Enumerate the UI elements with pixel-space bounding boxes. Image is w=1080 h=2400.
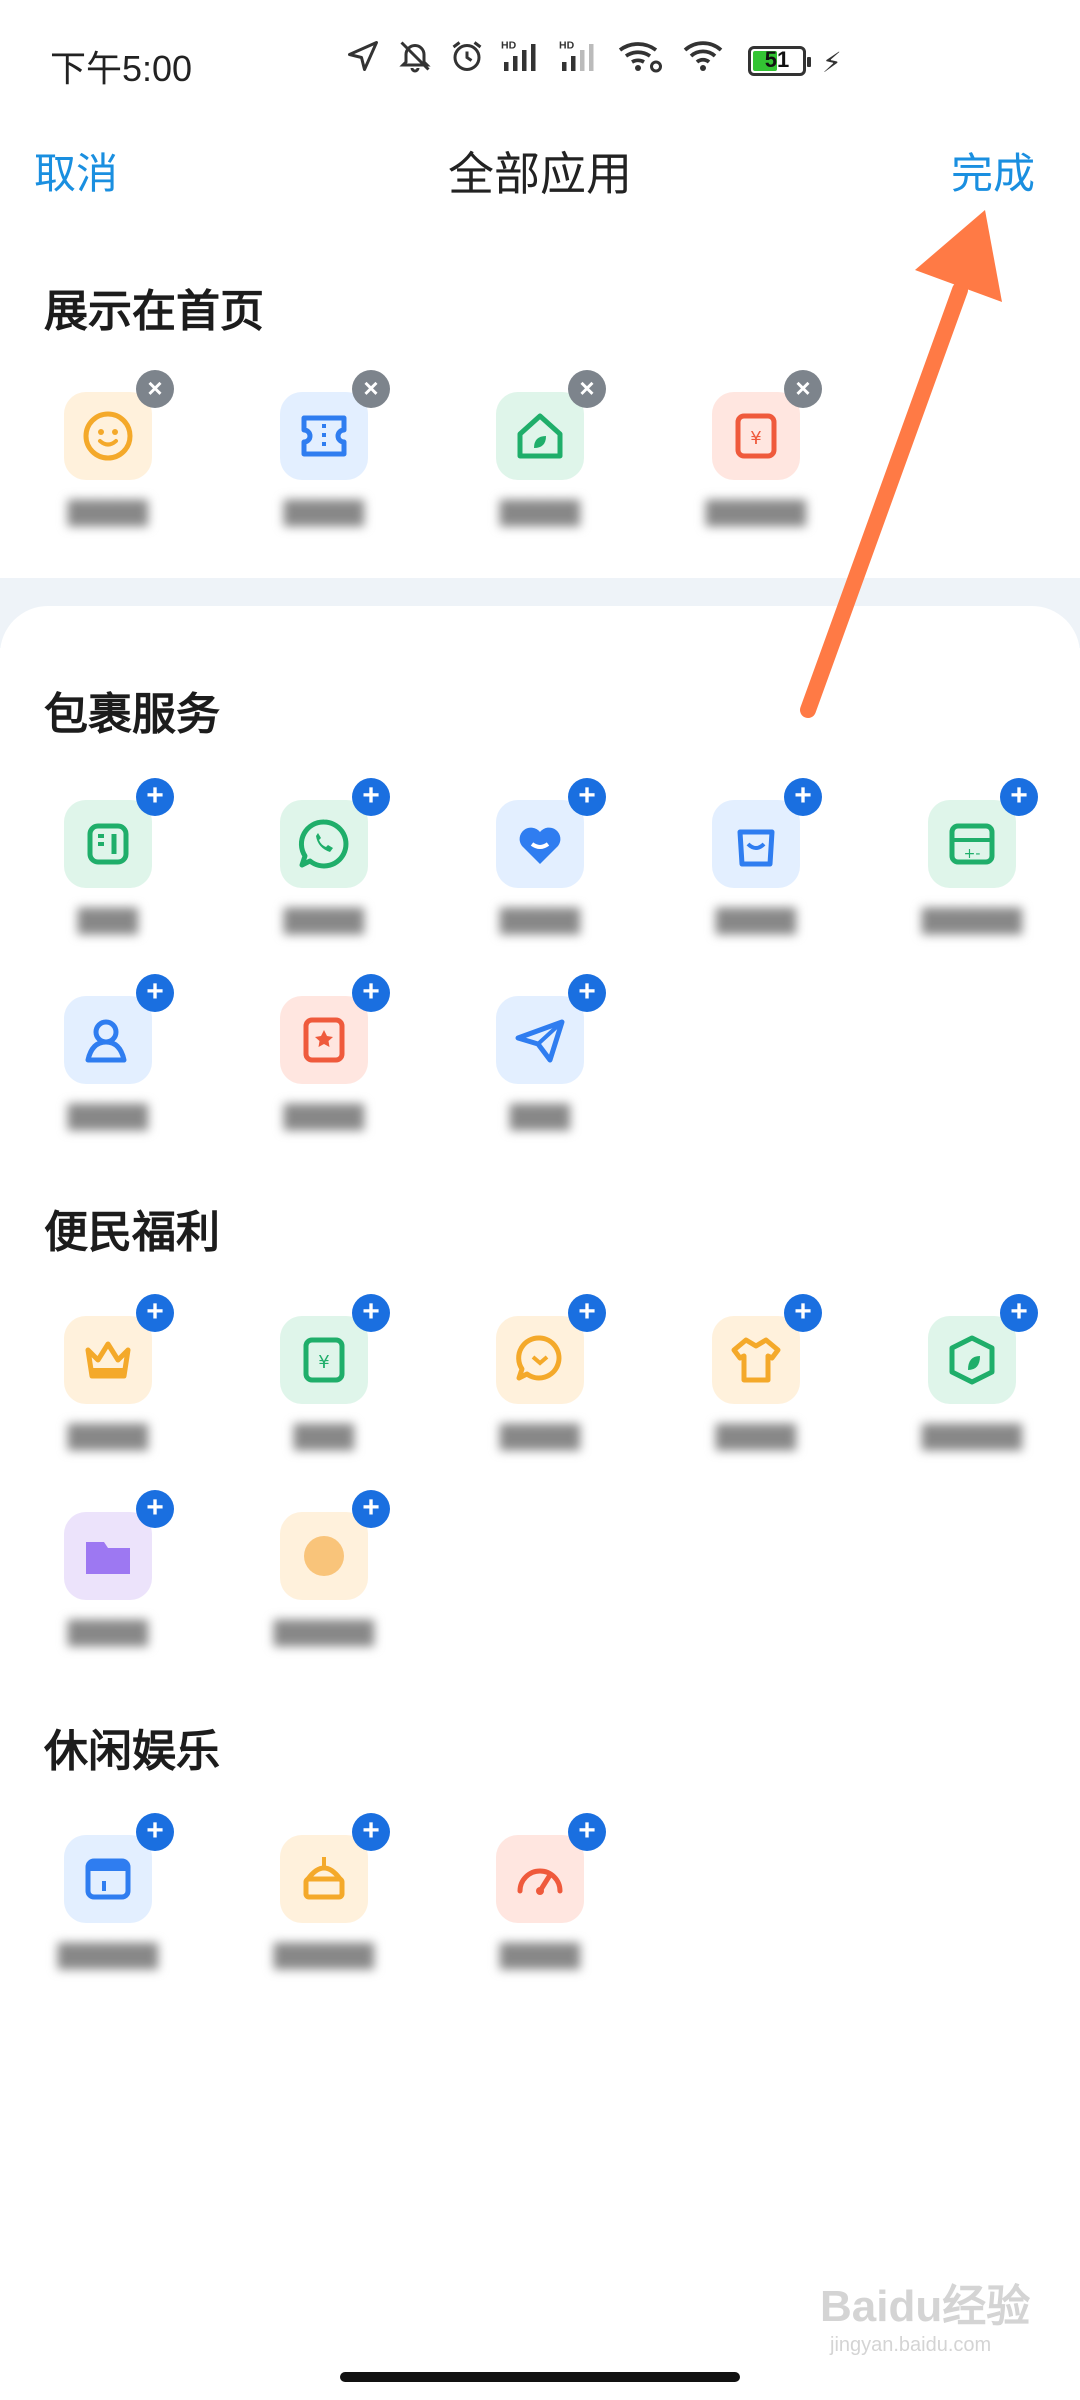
welfare-app-2[interactable]: ¥ + ▇▇▇ [216,1294,432,1496]
star-box-icon [280,996,368,1084]
leisure-app-2[interactable]: + ▇▇▇▇▇ [216,1813,432,2015]
app-label: ▇▇▇ [78,904,138,934]
add-icon[interactable]: + [136,1294,174,1332]
add-icon[interactable]: + [136,1813,174,1851]
app-label: ▇▇▇▇▇ [274,1939,374,1969]
tshirt-icon [712,1316,800,1404]
orange-circle-icon [280,1512,368,1600]
app-label: ▇▇▇▇▇ [274,1616,374,1646]
app-label: ▇▇▇ [510,1100,570,1130]
claw-machine-icon [280,1835,368,1923]
add-icon[interactable]: + [352,1294,390,1332]
app-label: ▇▇▇▇▇ [58,1939,158,1969]
add-icon[interactable]: + [784,1294,822,1332]
watermark-brand: Baidu经验 [820,2282,1031,2331]
section-title-leisure: 休闲娱乐 [44,1727,220,1776]
app-label: ▇▇▇▇ [68,1616,148,1646]
app-label: ▇▇▇▇▇ [922,904,1022,934]
app-label: ▇▇▇▇▇ [922,1420,1022,1450]
package-app-6[interactable]: + ▇▇▇▇ [0,974,216,1176]
package-app-3[interactable]: + ▇▇▇▇ [432,778,648,980]
app-label: ▇▇▇▇ [500,1939,580,1969]
add-icon[interactable]: + [136,974,174,1012]
speedometer-icon [496,1835,584,1923]
welfare-app-5[interactable]: + ▇▇▇▇▇ [864,1294,1080,1496]
bag-icon [712,800,800,888]
calendar-icon [64,1835,152,1923]
yuan-card-icon: ¥ [280,1316,368,1404]
add-icon[interactable]: + [568,1294,606,1332]
cube-leaf-icon [928,1316,1016,1404]
app-label: ▇▇▇▇ [68,1100,148,1130]
vip-chat-icon [496,1316,584,1404]
app-label: ▇▇▇▇ [500,1420,580,1450]
app-label: ▇▇▇▇ [68,1420,148,1450]
welfare-app-7[interactable]: + ▇▇▇▇▇ [216,1490,432,1692]
app-label: ▇▇▇▇ [284,904,364,934]
phone-chat-icon [280,800,368,888]
section-title-welfare: 便民福利 [44,1208,220,1257]
package-app-2[interactable]: + ▇▇▇▇ [216,778,432,980]
add-icon[interactable]: + [568,1813,606,1851]
app-label: ▇▇▇ [294,1420,354,1450]
purple-folder-icon [64,1512,152,1600]
box-icon [64,800,152,888]
annotation-arrow-icon [800,210,1002,718]
heart-icon [496,800,584,888]
package-app-8[interactable]: + ▇▇▇ [432,974,648,1176]
crown-icon [64,1316,152,1404]
home-indicator[interactable] [340,2372,740,2382]
add-icon[interactable]: + [352,974,390,1012]
welfare-app-6[interactable]: + ▇▇▇▇ [0,1490,216,1692]
add-icon[interactable]: + [352,1490,390,1528]
package-app-5[interactable]: +- + ▇▇▇▇▇ [864,778,1080,980]
add-icon[interactable]: + [568,974,606,1012]
welfare-app-3[interactable]: + ▇▇▇▇ [432,1294,648,1496]
calculator-icon: +- [928,800,1016,888]
leisure-app-1[interactable]: + ▇▇▇▇▇ [0,1813,216,2015]
add-icon[interactable]: + [136,1490,174,1528]
package-app-7[interactable]: + ▇▇▇▇ [216,974,432,1176]
svg-text:¥: ¥ [318,1352,329,1373]
svg-text:+-: +- [964,846,981,862]
app-label: ▇▇▇▇ [716,1420,796,1450]
leisure-app-3[interactable]: + ▇▇▇▇ [432,1813,648,2015]
welfare-app-1[interactable]: + ▇▇▇▇ [0,1294,216,1496]
watermark-logo: Baidu经验 jingyan.baidu.com [820,2270,1030,2357]
package-app-4[interactable]: + ▇▇▇▇ [648,778,864,980]
package-app-1[interactable]: + ▇▇▇ [0,778,216,980]
watermark-url: jingyan.baidu.com [830,2334,992,2356]
app-label: ▇▇▇▇ [284,1100,364,1130]
app-label: ▇▇▇▇ [716,904,796,934]
add-icon[interactable]: + [352,1813,390,1851]
app-label: ▇▇▇▇ [500,904,580,934]
person-icon [64,996,152,1084]
paper-plane-icon [496,996,584,1084]
add-icon[interactable]: + [1000,1294,1038,1332]
welfare-app-4[interactable]: + ▇▇▇▇ [648,1294,864,1496]
